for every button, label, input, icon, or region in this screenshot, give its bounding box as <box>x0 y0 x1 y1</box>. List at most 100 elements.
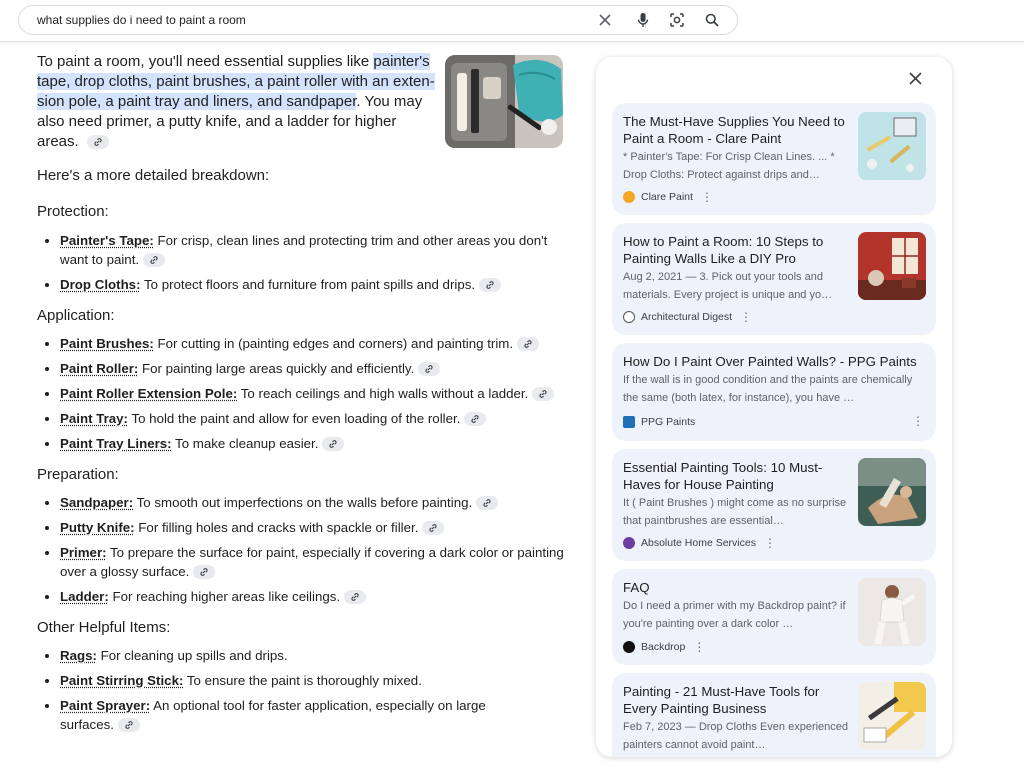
list-item: Sandpaper: To smooth out imperfections o… <box>60 493 567 512</box>
source-snippet: It ( Paint Brushes ) might come as no su… <box>623 497 847 527</box>
link-icon[interactable] <box>117 718 140 733</box>
intro-text: To paint a room, you'll need essential s… <box>37 53 374 70</box>
section-heading: Protection: <box>37 203 109 220</box>
source-title[interactable]: The Must-Have Supplies You Need to Paint… <box>623 113 849 147</box>
link-icon[interactable] <box>532 387 555 402</box>
source-card[interactable]: Painting - 21 Must-Have Tools for Every … <box>612 673 936 757</box>
link-icon[interactable] <box>344 590 367 605</box>
item-term[interactable]: Rags: <box>60 648 97 663</box>
link-icon[interactable] <box>517 337 540 352</box>
source-thumbnail[interactable] <box>858 578 926 646</box>
item-term[interactable]: Sandpaper: <box>60 495 133 510</box>
more-vert-icon[interactable]: ⋮ <box>740 310 752 324</box>
source-card[interactable]: How Do I Paint Over Painted Walls? - PPG… <box>612 343 936 441</box>
item-desc: To ensure the paint is thoroughly mixed. <box>183 673 422 688</box>
source-title[interactable]: How Do I Paint Over Painted Walls? - PPG… <box>623 353 923 370</box>
item-desc: To make cleanup easier. <box>171 436 319 451</box>
section-heading: Preparation: <box>37 466 119 483</box>
list-item: Painter's Tape: For crisp, clean lines a… <box>60 231 567 269</box>
section-heading: Other Helpful Items: <box>37 619 171 636</box>
paint-supplies-image[interactable] <box>445 55 563 148</box>
item-term[interactable]: Paint Tray: <box>60 411 128 426</box>
list-item: Primer: To prepare the surface for paint… <box>60 543 567 581</box>
more-vert-icon[interactable]: ⋮ <box>701 190 713 204</box>
source-title[interactable]: FAQ <box>623 579 849 596</box>
link-icon[interactable] <box>193 565 216 580</box>
item-term[interactable]: Paint Stirring Stick: <box>60 673 183 688</box>
source-site[interactable]: Clare Paint ⋮ <box>623 190 713 204</box>
section-protection: Protection: Painter's Tape: For crisp, c… <box>37 203 567 294</box>
item-term[interactable]: Paint Sprayer: <box>60 698 150 713</box>
source-site[interactable]: PPG Paints <box>623 416 695 428</box>
close-icon[interactable] <box>596 11 614 29</box>
source-title[interactable]: Essential Painting Tools: 10 Must-Haves … <box>623 459 849 493</box>
item-term[interactable]: Paint Roller: <box>60 361 138 376</box>
site-favicon-icon <box>623 191 635 203</box>
source-site[interactable]: Absolute Home Services ⋮ <box>623 536 776 550</box>
site-favicon-icon <box>623 311 635 323</box>
item-term[interactable]: Drop Cloths: <box>60 277 141 292</box>
list-item: Ladder: For reaching higher areas like c… <box>60 587 567 606</box>
site-favicon-icon <box>623 537 635 549</box>
list-item: Drop Cloths: To protect floors and furni… <box>60 275 567 294</box>
item-desc: To protect floors and furniture from pai… <box>140 277 476 292</box>
section-heading: Application: <box>37 307 115 324</box>
link-icon[interactable] <box>476 496 499 511</box>
search-box[interactable]: what supplies do i need to paint a room <box>18 5 738 35</box>
list-item: Paint Sprayer: An optional tool for fast… <box>60 696 500 734</box>
item-term[interactable]: Paint Brushes: <box>60 336 154 351</box>
site-favicon-icon <box>623 416 635 428</box>
link-icon[interactable] <box>479 278 502 293</box>
protection-list: Painter's Tape: For crisp, clean lines a… <box>37 231 567 294</box>
source-site[interactable]: Architectural Digest ⋮ <box>623 310 752 324</box>
other-items-list: Rags: For cleaning up spills and drips. … <box>37 646 567 734</box>
item-term[interactable]: Paint Tray Liners: <box>60 436 172 451</box>
lens-icon[interactable] <box>668 11 686 29</box>
search-icon[interactable] <box>703 11 721 29</box>
item-term[interactable]: Painter's Tape: <box>60 233 154 248</box>
link-icon[interactable] <box>418 362 441 377</box>
source-thumbnail[interactable] <box>858 232 926 300</box>
source-snippet: Feb 7, 2023 — Drop Cloths Even experienc… <box>623 721 849 751</box>
source-thumbnail[interactable] <box>858 112 926 180</box>
site-name: Architectural Digest <box>641 311 733 323</box>
more-vert-icon[interactable]: ⋮ <box>912 414 924 428</box>
source-card[interactable]: Essential Painting Tools: 10 Must-Haves … <box>612 449 936 561</box>
item-desc: To reach ceilings and high walls without… <box>237 386 529 401</box>
item-term[interactable]: Primer: <box>60 545 107 560</box>
breakdown-label: Here's a more detailed breakdown: <box>37 167 270 184</box>
search-query[interactable]: what supplies do i need to paint a room <box>37 13 246 27</box>
site-name: Clare Paint <box>641 191 693 203</box>
source-thumbnail[interactable] <box>858 458 926 526</box>
item-desc: For reaching higher areas like ceilings. <box>108 589 341 604</box>
site-name: PPG Paints <box>641 416 696 428</box>
source-card[interactable]: The Must-Have Supplies You Need to Paint… <box>612 103 936 215</box>
more-vert-icon[interactable]: ⋮ <box>693 640 705 654</box>
application-list: Paint Brushes: For cutting in (painting … <box>37 334 567 453</box>
source-card[interactable]: FAQ Do I need a primer with my Backdrop … <box>612 569 936 665</box>
list-item: Paint Roller: For painting large areas q… <box>60 359 567 378</box>
site-name: Backdrop <box>641 641 686 653</box>
more-vert-icon[interactable]: ⋮ <box>764 536 776 550</box>
source-title[interactable]: Painting - 21 Must-Have Tools for Every … <box>623 683 849 717</box>
item-desc: To hold the paint and allow for even loa… <box>127 411 461 426</box>
source-title[interactable]: How to Paint a Room: 10 Steps to Paintin… <box>623 233 849 267</box>
source-card[interactable]: How to Paint a Room: 10 Steps to Paintin… <box>612 223 936 335</box>
item-term[interactable]: Putty Knife: <box>60 520 135 535</box>
item-term[interactable]: Paint Roller Extension Pole: <box>60 386 237 401</box>
sources-panel: The Must-Have Supplies You Need to Paint… <box>596 57 952 757</box>
site-name: Absolute Home Services <box>641 537 756 549</box>
source-snippet: If the wall is in good condition and the… <box>623 374 913 404</box>
link-icon[interactable] <box>464 412 487 427</box>
close-icon[interactable] <box>902 65 928 91</box>
list-item: Rags: For cleaning up spills and drips. <box>60 646 567 665</box>
link-icon[interactable] <box>322 437 345 452</box>
microphone-icon[interactable] <box>634 11 652 29</box>
link-icon[interactable] <box>86 135 109 150</box>
link-icon[interactable] <box>143 253 166 268</box>
item-desc: For painting large areas quickly and eff… <box>138 361 415 376</box>
source-site[interactable]: Backdrop ⋮ <box>623 640 705 654</box>
link-icon[interactable] <box>422 521 445 536</box>
source-thumbnail[interactable] <box>858 682 926 750</box>
item-term[interactable]: Ladder: <box>60 589 109 604</box>
